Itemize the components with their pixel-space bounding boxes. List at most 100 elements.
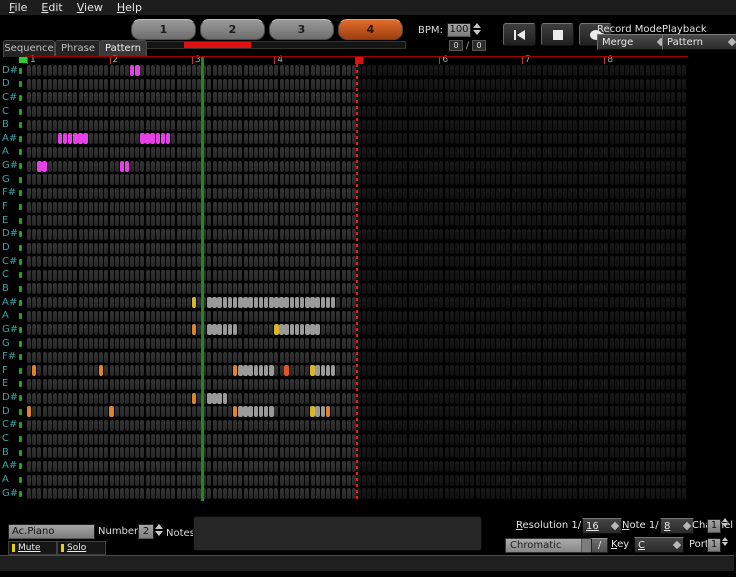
grid-cell[interactable] [491,133,495,144]
grid-cell[interactable] [305,338,309,349]
grid-cell[interactable] [311,106,315,117]
grid-cell[interactable] [32,256,36,267]
grid-cell[interactable] [661,65,665,76]
grid-cell[interactable] [584,475,588,486]
grid-cell[interactable] [620,283,624,294]
grid-cell[interactable] [336,461,340,472]
grid-cell[interactable] [661,365,665,376]
grid-cell[interactable] [63,311,67,322]
grid-cell[interactable] [666,202,670,213]
grid-cell[interactable] [135,147,139,158]
grid-cell[interactable] [207,283,211,294]
grid-cell[interactable] [187,243,191,254]
grid-cell[interactable] [115,283,119,294]
grid-cell[interactable] [548,393,552,404]
grid-cell[interactable] [238,434,242,445]
grid-cell[interactable] [527,393,531,404]
grid-cell[interactable] [53,256,57,267]
grid-cell[interactable] [594,188,598,199]
note-pill[interactable] [259,406,264,417]
grid-cell[interactable] [244,215,248,226]
grid-cell[interactable] [110,215,114,226]
grid-cell[interactable] [53,311,57,322]
grid-cell[interactable] [640,161,644,172]
grid-cell[interactable] [403,338,407,349]
grid-cell[interactable] [207,338,211,349]
grid-cell[interactable] [120,243,124,254]
grid-cell[interactable] [522,311,526,322]
grid-cell[interactable] [666,215,670,226]
grid-cell[interactable] [99,133,103,144]
grid-cell[interactable] [177,365,181,376]
grid-cell[interactable] [584,420,588,431]
grid-cell[interactable] [171,120,175,131]
grid-cell[interactable] [249,447,253,458]
note-pill[interactable] [150,133,155,144]
grid-cell[interactable] [450,243,454,254]
grid-cell[interactable] [372,365,376,376]
grid-cell[interactable] [264,488,268,499]
grid-cell[interactable] [151,338,155,349]
grid-cell[interactable] [481,188,485,199]
grid-cell[interactable] [635,352,639,363]
grid-cell[interactable] [527,434,531,445]
grid-cell[interactable] [187,461,191,472]
grid-cell[interactable] [584,256,588,267]
grid-cell[interactable] [146,106,150,117]
grid-cell[interactable] [53,352,57,363]
grid-cell[interactable] [517,243,521,254]
grid-cell[interactable] [393,215,397,226]
grid-cell[interactable] [671,406,675,417]
grid-cell[interactable] [146,352,150,363]
grid-cell[interactable] [491,120,495,131]
grid-cell[interactable] [646,120,650,131]
grid-cell[interactable] [537,488,541,499]
grid-cell[interactable] [470,338,474,349]
grid-cell[interactable] [537,461,541,472]
grid-cell[interactable] [610,215,614,226]
grid-cell[interactable] [32,147,36,158]
grid-cell[interactable] [615,352,619,363]
grid-cell[interactable] [311,65,315,76]
grid-cell[interactable] [393,420,397,431]
grid-cell[interactable] [403,92,407,103]
grid-cell[interactable] [594,92,598,103]
grid-cell[interactable] [682,447,686,458]
grid-cell[interactable] [383,338,387,349]
grid-cell[interactable] [594,120,598,131]
grid-cell[interactable] [321,79,325,90]
grid-cell[interactable] [311,174,315,185]
grid-cell[interactable] [104,174,108,185]
grid-cell[interactable] [130,133,134,144]
grid-cell[interactable] [89,365,93,376]
grid-cell[interactable] [68,174,72,185]
grid-cell[interactable] [218,106,222,117]
grid-cell[interactable] [398,270,402,281]
grid-cell[interactable] [372,338,376,349]
grid-cell[interactable] [223,65,227,76]
grid-cell[interactable] [496,229,500,240]
grid-cell[interactable] [89,352,93,363]
note-pill[interactable] [233,365,238,376]
grid-cell[interactable] [414,256,418,267]
grid-cell[interactable] [656,256,660,267]
grid-cell[interactable] [171,434,175,445]
grid-cell[interactable] [450,447,454,458]
grid-cell[interactable] [429,79,433,90]
grid-cell[interactable] [269,161,273,172]
grid-cell[interactable] [527,297,531,308]
grid-cell[interactable] [207,147,211,158]
grid-cell[interactable] [264,475,268,486]
grid-cell[interactable] [470,488,474,499]
grid-cell[interactable] [548,202,552,213]
grid-cell[interactable] [584,215,588,226]
grid-cell[interactable] [213,120,217,131]
grid-cell[interactable] [233,188,237,199]
grid-cell[interactable] [558,243,562,254]
grid-cell[interactable] [311,229,315,240]
grid-cell[interactable] [372,161,376,172]
grid-cell[interactable] [48,393,52,404]
grid-cell[interactable] [543,420,547,431]
grid-cell[interactable] [58,338,62,349]
grid-cell[interactable] [238,120,242,131]
